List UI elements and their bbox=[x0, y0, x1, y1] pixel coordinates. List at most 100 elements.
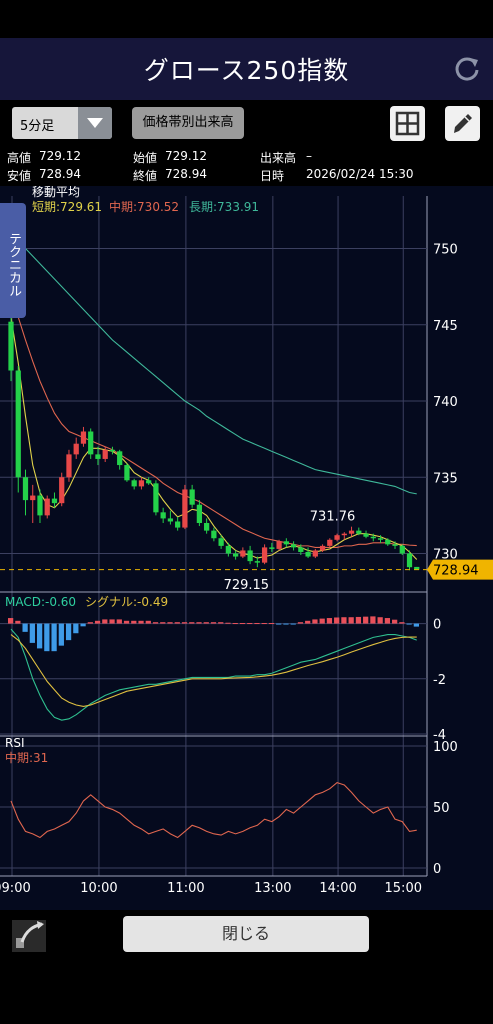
candle bbox=[124, 465, 130, 481]
macd-histogram-bar bbox=[116, 619, 122, 624]
candle bbox=[406, 553, 413, 568]
macd-histogram-bar bbox=[203, 622, 209, 624]
macd-histogram-bar bbox=[247, 623, 253, 625]
ma-title: 移動平均 bbox=[32, 186, 80, 199]
candle bbox=[51, 498, 58, 504]
grid-layout-button[interactable] bbox=[390, 106, 425, 141]
macd-histogram-bar bbox=[131, 620, 137, 624]
rsi-tick-label: 0 bbox=[433, 862, 441, 877]
candle bbox=[22, 477, 29, 501]
candle bbox=[377, 538, 384, 540]
back-icon[interactable] bbox=[10, 918, 48, 954]
macd-histogram-bar bbox=[36, 623, 43, 649]
macd-histogram-bar bbox=[102, 619, 108, 624]
interval-select[interactable]: 5分足 bbox=[12, 107, 112, 139]
candle bbox=[66, 454, 72, 478]
stock-chart[interactable]: 09:00 10:00 11:00 13:00 14:00 15:00 750 745 740 7… bbox=[0, 186, 493, 910]
low-label: 安値 bbox=[7, 169, 32, 183]
candle bbox=[254, 561, 260, 563]
candle bbox=[15, 370, 21, 478]
macd-histogram-bar bbox=[334, 617, 340, 624]
open-label: 始値 bbox=[133, 151, 158, 165]
candle bbox=[189, 489, 195, 505]
macd-histogram-bar bbox=[218, 622, 224, 624]
macd-histogram-bar bbox=[22, 623, 28, 632]
datetime-value: 2026/02/24 15:30 bbox=[306, 167, 414, 181]
candle bbox=[348, 530, 355, 534]
candle bbox=[312, 550, 318, 557]
candle bbox=[73, 443, 79, 455]
macd-histogram-bar bbox=[58, 623, 64, 646]
candle bbox=[232, 553, 239, 557]
volume-profile-button[interactable]: 価格帯別出来高 bbox=[132, 107, 244, 139]
refresh-icon[interactable] bbox=[453, 54, 481, 82]
macd-histogram-bar bbox=[348, 617, 354, 624]
macd-histogram-bar bbox=[80, 623, 86, 627]
candle bbox=[196, 504, 203, 523]
candle bbox=[276, 541, 282, 549]
candle bbox=[160, 512, 166, 519]
candle bbox=[218, 538, 224, 546]
datetime-label: 日時 bbox=[260, 169, 285, 183]
macd-histogram-bar bbox=[123, 620, 130, 624]
macd-tick-label: -2 bbox=[433, 673, 446, 688]
candle bbox=[341, 533, 347, 536]
rsi-label: RSI bbox=[5, 736, 25, 750]
candle bbox=[269, 547, 275, 549]
candle bbox=[298, 547, 304, 552]
candle bbox=[88, 431, 94, 455]
header: グロース250指数 bbox=[0, 38, 493, 100]
macd-histogram-bar bbox=[8, 618, 14, 624]
ma-legend-item: 中期:730.52 bbox=[109, 199, 179, 214]
high-value: 729.12 bbox=[39, 149, 81, 163]
macd-histogram-bar bbox=[73, 623, 79, 634]
time-tick-label: 13:00 bbox=[254, 881, 291, 896]
candle bbox=[240, 550, 246, 557]
macd-histogram-bar bbox=[189, 622, 195, 624]
ma-legend-item: 短期:729.61 bbox=[32, 200, 102, 214]
macd-histogram-bar bbox=[268, 623, 275, 625]
macd-histogram-bar bbox=[94, 620, 101, 624]
macd-histogram-bar bbox=[87, 622, 93, 624]
candle bbox=[319, 545, 326, 551]
candle bbox=[334, 535, 340, 540]
low-value: 728.94 bbox=[39, 167, 81, 181]
candle bbox=[30, 495, 36, 501]
high-annotation: 731.76 bbox=[310, 510, 356, 525]
open-value: 729.12 bbox=[165, 149, 207, 163]
macd-histogram-bar bbox=[51, 623, 57, 652]
macd-histogram-bar bbox=[399, 622, 405, 624]
close-button[interactable]: 閉じる bbox=[123, 916, 369, 952]
draw-button[interactable] bbox=[445, 106, 480, 141]
candle bbox=[290, 544, 297, 548]
candle bbox=[102, 449, 108, 459]
page-title: グロース250指数 bbox=[143, 56, 350, 85]
macd-histogram-bar bbox=[355, 616, 362, 624]
candle bbox=[211, 530, 217, 539]
macd-histogram-bar bbox=[239, 623, 246, 625]
technical-tab[interactable]: テクニカル bbox=[0, 203, 26, 318]
macd-histogram-bar bbox=[283, 623, 289, 625]
macd-histogram-bar bbox=[363, 616, 369, 624]
macd-histogram-bar bbox=[276, 623, 282, 625]
macd-histogram-bar bbox=[44, 623, 50, 652]
candle bbox=[399, 545, 405, 554]
candle bbox=[261, 547, 268, 563]
macd-histogram-bar bbox=[181, 622, 188, 624]
candle bbox=[167, 518, 174, 522]
rsi-period-label: 中期:31 bbox=[5, 750, 48, 765]
macd-histogram-bar bbox=[326, 618, 333, 624]
candle bbox=[327, 539, 333, 546]
macd-tick-label: 0 bbox=[433, 618, 441, 633]
candle bbox=[392, 544, 398, 546]
candle bbox=[95, 454, 101, 459]
macd-histogram-bar bbox=[392, 619, 398, 624]
price-tick-label: 745 bbox=[433, 319, 458, 334]
time-tick-label: 11:00 bbox=[167, 881, 204, 896]
price-tick-label: 750 bbox=[433, 243, 458, 258]
interval-label: 5分足 bbox=[20, 119, 55, 134]
toolbar: 5分足 価格帯別出来高 bbox=[0, 100, 493, 148]
macd-histogram-bar bbox=[370, 616, 376, 624]
macd-histogram-bar bbox=[174, 622, 180, 624]
candle bbox=[8, 321, 14, 371]
